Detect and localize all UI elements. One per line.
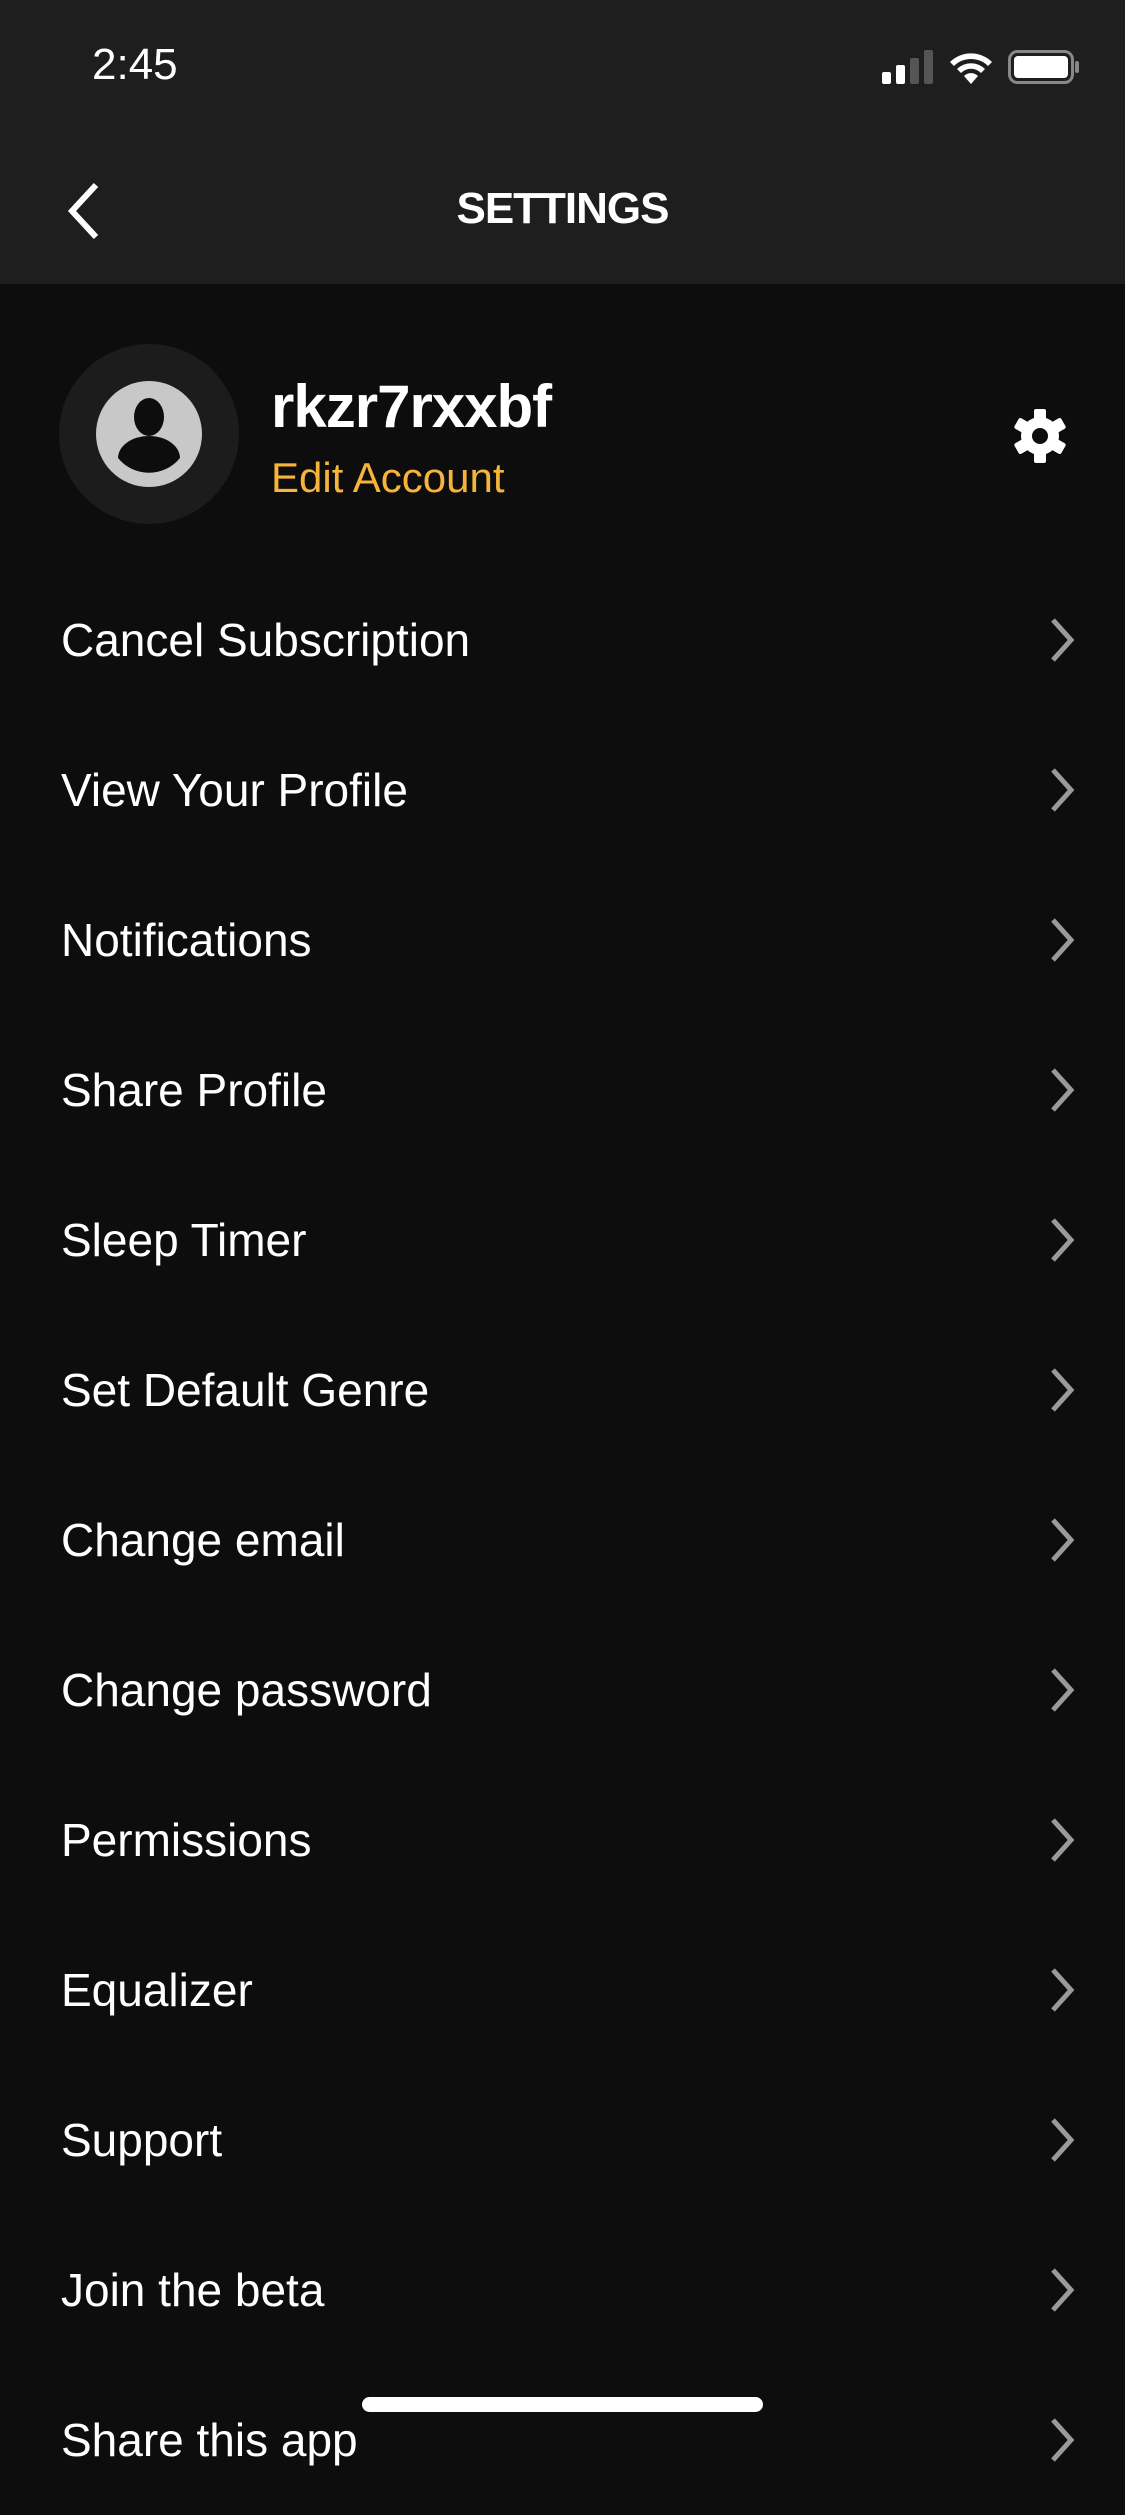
status-icons [882, 50, 1080, 84]
username: rkzr7rxxbf [271, 373, 552, 440]
menu-item-join-the-beta[interactable]: Join the beta [0, 2215, 1125, 2365]
menu-item-sleep-timer[interactable]: Sleep Timer [0, 1165, 1125, 1315]
menu-item-support[interactable]: Support [0, 2065, 1125, 2215]
menu-item-share-profile[interactable]: Share Profile [0, 1015, 1125, 1165]
menu-item-change-email[interactable]: Change email [0, 1465, 1125, 1615]
edit-account-link[interactable]: Edit Account [271, 454, 504, 502]
chevron-right-icon [1051, 918, 1075, 962]
menu-item-label: Sleep Timer [61, 1214, 307, 1266]
settings-menu: Cancel Subscription View Your Profile Noti… [0, 565, 1125, 2515]
menu-item-label: Cancel Subscription [61, 614, 471, 666]
chevron-right-icon [1051, 1518, 1075, 1562]
chevron-right-icon [1051, 1968, 1075, 2012]
menu-item-set-default-genre[interactable]: Set Default Genre [0, 1315, 1125, 1465]
menu-item-share-this-app[interactable]: Share this app [0, 2365, 1125, 2515]
chevron-right-icon [1051, 1818, 1075, 1862]
cellular-signal-icon [882, 50, 933, 84]
menu-item-label: Equalizer [61, 1964, 253, 2016]
chevron-right-icon [1051, 2118, 1075, 2162]
status-time: 2:45 [92, 40, 178, 89]
menu-item-label: Join the beta [61, 2264, 325, 2316]
menu-item-label: View Your Profile [61, 764, 408, 816]
menu-item-label: Permissions [61, 1814, 312, 1866]
menu-item-label: Support [61, 2114, 223, 2166]
chevron-right-icon [1051, 2418, 1075, 2462]
chevron-right-icon [1051, 1068, 1075, 1112]
menu-item-change-password[interactable]: Change password [0, 1615, 1125, 1765]
gear-icon[interactable] [1012, 408, 1068, 464]
menu-item-cancel-subscription[interactable]: Cancel Subscription [0, 565, 1125, 715]
page-title: SETTINGS [456, 184, 669, 233]
wifi-icon [950, 53, 992, 84]
chevron-right-icon [1051, 1368, 1075, 1412]
menu-item-view-your-profile[interactable]: View Your Profile [0, 715, 1125, 865]
user-icon [96, 381, 202, 487]
menu-item-permissions[interactable]: Permissions [0, 1765, 1125, 1915]
menu-item-notifications[interactable]: Notifications [0, 865, 1125, 1015]
home-indicator[interactable] [362, 2397, 763, 2412]
menu-item-label: Set Default Genre [61, 1364, 430, 1416]
menu-item-label: Change email [61, 1514, 345, 1566]
top-bar: 2:45 SETTINGS [0, 0, 1125, 284]
menu-item-label: Change password [61, 1664, 432, 1716]
menu-item-label: Share Profile [61, 1064, 327, 1116]
avatar[interactable] [59, 344, 239, 524]
chevron-right-icon [1051, 618, 1075, 662]
chevron-right-icon [1051, 1218, 1075, 1262]
chevron-right-icon [1051, 1668, 1075, 1712]
menu-item-label: Notifications [61, 914, 312, 966]
menu-item-equalizer[interactable]: Equalizer [0, 1915, 1125, 2065]
chevron-right-icon [1051, 2268, 1075, 2312]
menu-item-label: Share this app [61, 2414, 358, 2466]
chevron-right-icon [1051, 768, 1075, 812]
battery-icon [1008, 50, 1079, 84]
